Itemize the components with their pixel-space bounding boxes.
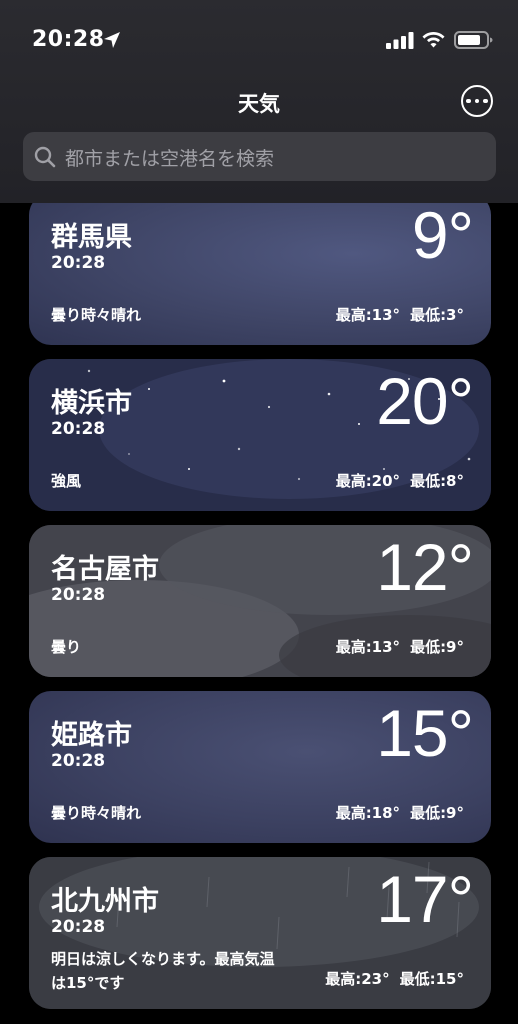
ellipsis-dot xyxy=(483,98,488,104)
high-low: 最高:23° 最低:15° xyxy=(325,968,464,989)
location-card-himeji[interactable]: 姫路市 20:28 15° 曇り時々晴れ 最高:18° 最低:9° xyxy=(29,691,491,843)
wifi-icon xyxy=(422,32,445,48)
low-temp: 最低:9° xyxy=(410,804,464,822)
search-placeholder: 都市または空港名を検索 xyxy=(65,148,275,170)
condition-text: 明日は涼しくなります。最高気温 は15°です xyxy=(51,947,275,995)
status-time: 20:28 xyxy=(32,27,105,52)
high-low: 最高:13° 最低:9° xyxy=(336,636,464,657)
condition-text: 曇り時々晴れ xyxy=(51,306,142,324)
high-temp: 最高:20° xyxy=(335,472,401,490)
low-temp: 最低:15° xyxy=(399,970,464,988)
location-card-nagoya[interactable]: 名古屋市 20:28 12° 曇り 最高:13° 最低:9° xyxy=(29,525,491,677)
condition-line-2: は15°です xyxy=(51,974,125,992)
location-card-yokohama[interactable]: 横浜市 20:28 20° 強風 最高:20° 最低:8° xyxy=(29,359,491,511)
high-low: 最高:18° 最低:9° xyxy=(336,802,464,823)
current-temperature: 9° xyxy=(411,198,474,272)
high-low: 最高:13° 最低:3° xyxy=(336,304,464,325)
cellular-signal-icon xyxy=(386,32,414,49)
weather-screen: 群馬県 20:28 9° 曇り時々晴れ 最高:13° 最低:3° 横浜市 20:… xyxy=(0,0,518,1024)
location-arrow-icon xyxy=(104,32,120,48)
local-time: 20:28 xyxy=(51,585,106,605)
condition-line-1: 明日は涼しくなります。最高気温 xyxy=(51,950,275,968)
high-temp: 最高:18° xyxy=(335,804,401,822)
local-time: 20:28 xyxy=(51,419,106,439)
city-name: 横浜市 xyxy=(51,388,132,419)
condition-text: 曇り時々晴れ xyxy=(51,804,142,822)
high-temp: 最高:23° xyxy=(325,970,390,988)
city-name: 北九州市 xyxy=(51,886,159,917)
battery-icon xyxy=(454,31,493,49)
city-name: 群馬県 xyxy=(51,222,132,253)
current-temperature: 20° xyxy=(376,364,474,438)
high-temp: 最高:13° xyxy=(335,638,401,656)
local-time: 20:28 xyxy=(51,253,106,273)
low-temp: 最低:3° xyxy=(410,306,464,324)
search-icon xyxy=(34,146,56,168)
ellipsis-dot xyxy=(466,98,471,104)
condition-text: 曇り xyxy=(51,638,82,656)
status-bar: 20:28 xyxy=(0,0,518,82)
condition-text: 強風 xyxy=(51,472,82,490)
local-time: 20:28 xyxy=(51,917,106,937)
high-low: 最高:20° 最低:8° xyxy=(336,470,464,491)
city-name: 姫路市 xyxy=(51,720,132,751)
header: 20:28 天気 都市または空港名を検索 xyxy=(0,0,518,203)
location-card-kitakyushu[interactable]: 北九州市 20:28 17° 明日は涼しくなります。最高気温 は15°です 最高… xyxy=(29,857,491,1009)
location-card-gunma[interactable]: 群馬県 20:28 9° 曇り時々晴れ 最高:13° 最低:3° xyxy=(29,193,491,345)
ellipsis-dot xyxy=(474,98,480,104)
current-temperature: 12° xyxy=(376,530,474,604)
current-temperature: 17° xyxy=(376,862,474,936)
page-title: 天気 xyxy=(238,92,280,116)
high-temp: 最高:13° xyxy=(335,306,401,324)
low-temp: 最低:8° xyxy=(410,472,464,490)
current-temperature: 15° xyxy=(376,696,474,770)
search-field[interactable]: 都市または空港名を検索 xyxy=(23,132,496,181)
more-options-button[interactable] xyxy=(461,85,493,117)
low-temp: 最低:9° xyxy=(410,638,464,656)
local-time: 20:28 xyxy=(51,751,106,771)
city-name: 名古屋市 xyxy=(51,554,159,585)
